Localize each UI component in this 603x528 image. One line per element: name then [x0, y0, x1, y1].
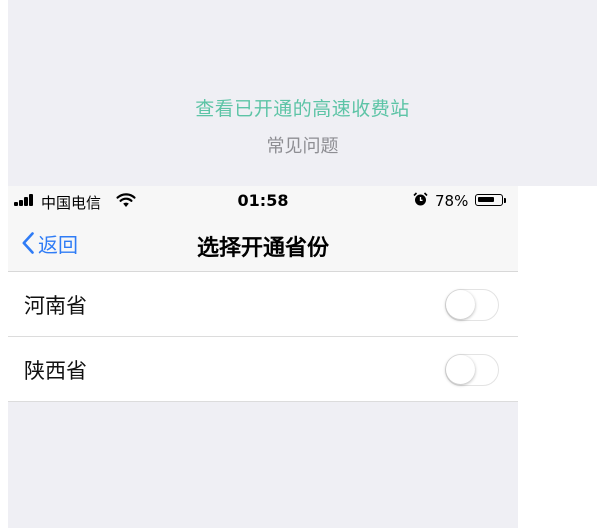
province-label: 陕西省 [24, 359, 87, 383]
battery-level-fill [478, 197, 495, 202]
page-title: 选择开通省份 [196, 236, 329, 261]
battery-percent: 78% [435, 192, 469, 210]
screenshot: 查看已开通的高速收费站 常见问题 中国电信 01:58 78% 返回 选择开通省… [0, 0, 603, 528]
navigation-bar: 返回 选择开通省份 [8, 216, 518, 272]
province-label: 河南省 [24, 294, 87, 318]
battery-cap [504, 198, 506, 203]
alarm-icon [413, 192, 428, 206]
list-item-shaanxi: 陕西省 [8, 337, 518, 402]
battery-icon [475, 194, 503, 206]
toggle-knob [446, 290, 475, 319]
view-opened-toll-stations-link[interactable]: 查看已开通的高速收费站 [8, 94, 597, 121]
status-bar: 中国电信 01:58 78% [8, 186, 518, 216]
list-item-henan: 河南省 [8, 272, 518, 337]
toggle-knob [446, 355, 475, 384]
province-list: 河南省 陕西省 [8, 272, 518, 402]
top-panel: 查看已开通的高速收费站 常见问题 [8, 0, 597, 186]
province-toggle-henan[interactable] [445, 289, 499, 321]
province-toggle-shaanxi[interactable] [445, 354, 499, 386]
phone-screen: 中国电信 01:58 78% 返回 选择开通省份 河南省 陕西省 [8, 186, 518, 528]
faq-link[interactable]: 常见问题 [8, 132, 597, 158]
